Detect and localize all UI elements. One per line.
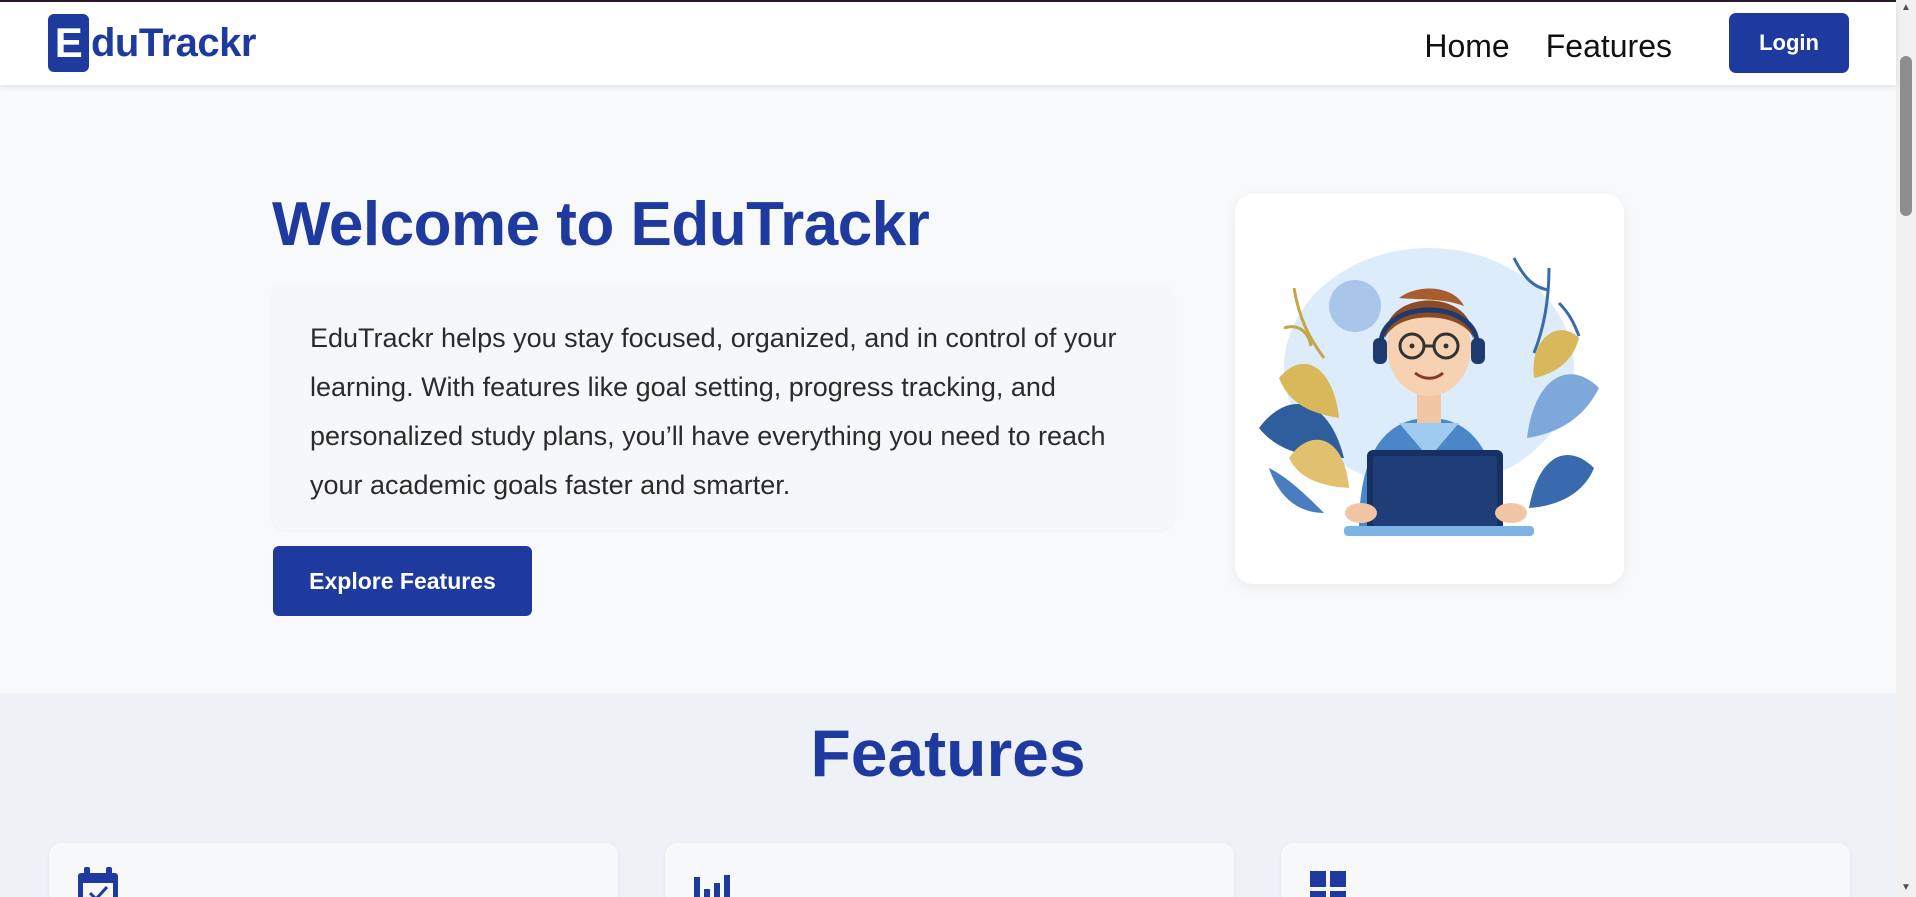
grid-icon <box>1308 867 1352 897</box>
feature-card-3 <box>1281 843 1850 897</box>
nav-link-home[interactable]: Home <box>1424 26 1509 66</box>
feature-card-1 <box>49 843 618 897</box>
hero-title: Welcome to EduTrackr <box>272 190 930 259</box>
scrollbar-thumb[interactable] <box>1900 56 1912 216</box>
nav-link-features[interactable]: Features <box>1546 26 1672 66</box>
logo-text: duTrackr <box>91 20 256 65</box>
logo-letter: E <box>48 14 89 72</box>
explore-features-button[interactable]: Explore Features <box>273 546 532 616</box>
feature-card-2 <box>665 843 1234 897</box>
page: E duTrackr Home Features Login Welcome t… <box>0 0 1916 897</box>
hero-description-card: EduTrackr helps you stay focused, organi… <box>272 284 1174 530</box>
scroll-up-arrow-icon[interactable]: ▲ <box>1900 2 1912 14</box>
hero-illustration-card <box>1235 194 1624 584</box>
student-with-laptop-illustration <box>1259 248 1599 536</box>
login-button[interactable]: Login <box>1729 13 1849 73</box>
features-title: Features <box>810 716 1086 790</box>
nav-links: Home Features <box>1424 26 1672 66</box>
navbar: E duTrackr Home Features Login <box>0 2 1896 85</box>
calendar-icon <box>76 867 120 897</box>
bar-chart-icon <box>692 867 740 897</box>
vertical-scrollbar[interactable]: ▲ ▼ <box>1896 0 1916 897</box>
logo[interactable]: E duTrackr <box>48 14 256 72</box>
scroll-down-arrow-icon[interactable]: ▼ <box>1900 882 1912 894</box>
features-section: Features <box>0 693 1896 897</box>
hero-description: EduTrackr helps you stay focused, organi… <box>310 323 1117 500</box>
